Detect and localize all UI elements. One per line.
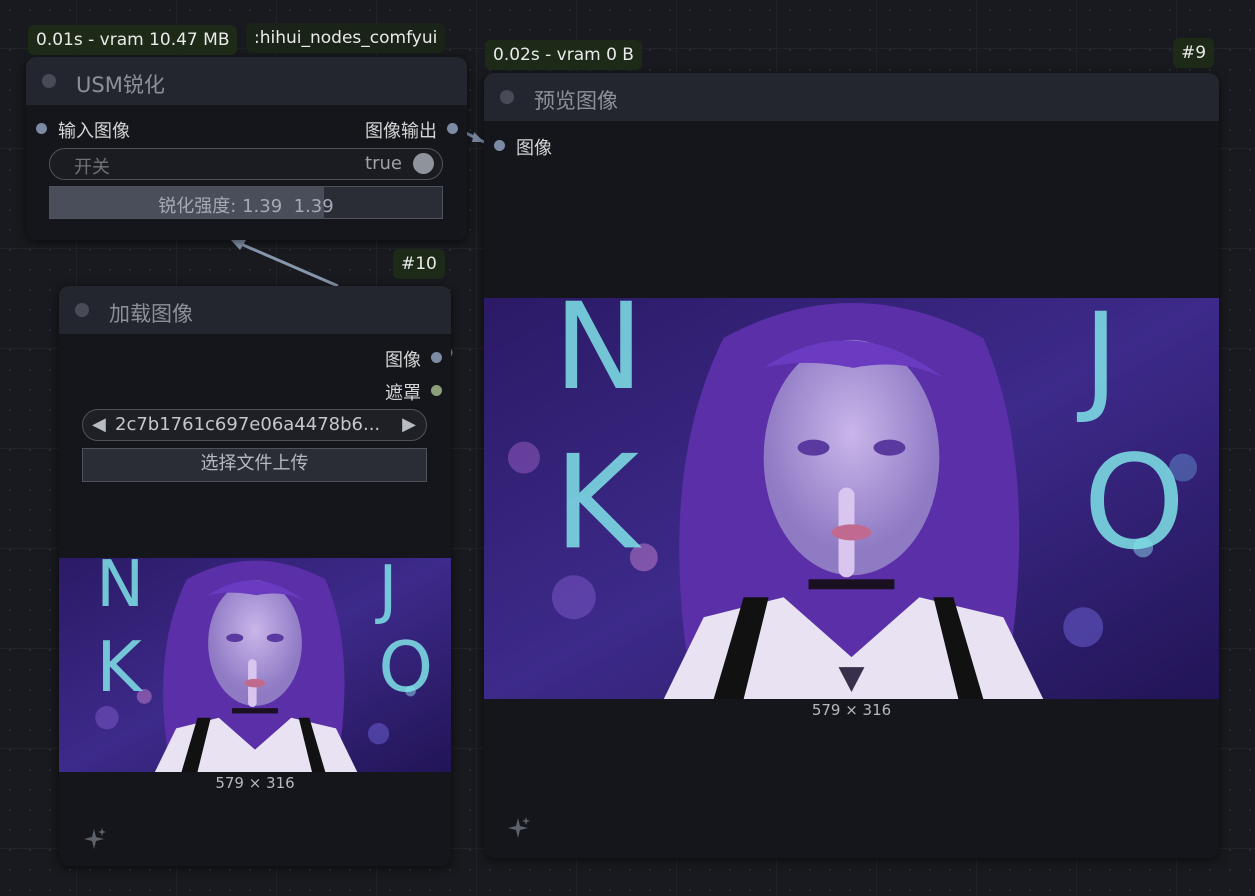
preview-image-node[interactable]: 预览图像 图像 N K J O 579 × 316 <box>484 73 1219 858</box>
neon-portrait-image: N K J O <box>59 558 451 772</box>
usm-node-header[interactable]: USM锐化 <box>26 57 467 105</box>
usm-input-slot-dot[interactable] <box>36 123 47 134</box>
link-load-to-usm <box>233 239 339 288</box>
collapse-dot-icon[interactable] <box>500 90 514 104</box>
svg-text:O: O <box>379 628 433 708</box>
svg-text:K: K <box>96 628 143 708</box>
sharpen-strength-slider[interactable]: 锐化强度: 1.39 1.39 <box>49 186 443 219</box>
usm-output-slot-dot[interactable] <box>447 123 458 134</box>
usm-timing-badge: 0.01s - vram 10.47 MB <box>28 25 238 55</box>
preview-timing-badge: 0.02s - vram 0 B <box>485 40 642 70</box>
preview-node-title: 预览图像 <box>534 89 618 113</box>
load-output-image-dot[interactable] <box>431 352 442 363</box>
sparkle-icon[interactable] <box>81 826 107 852</box>
sparkle-icon[interactable] <box>505 815 531 841</box>
load-image-size: 579 × 316 <box>215 774 295 792</box>
preview-input-label: 图像 <box>516 138 552 159</box>
load-node-header[interactable]: 加载图像 <box>59 286 451 334</box>
image-file-value: 2c7b1761c697e06a4478b6... <box>115 414 381 435</box>
load-id-badge: #10 <box>393 249 445 279</box>
svg-text:N: N <box>554 298 644 417</box>
svg-text:O: O <box>1083 427 1185 578</box>
collapse-dot-icon[interactable] <box>42 74 56 88</box>
load-image-thumbnail: N K J O <box>59 558 451 772</box>
preview-image-size: 579 × 316 <box>811 701 892 719</box>
link-arrow-preview <box>472 132 484 142</box>
usm-switch-toggle[interactable]: 开关 true <box>49 148 443 180</box>
preview-id-badge: #9 <box>1173 38 1215 68</box>
switch-label: 开关 <box>74 157 110 178</box>
load-image-node[interactable]: 加载图像 图像 遮罩 ◀ 2c7b1761c697e06a4478b6... ▶… <box>59 286 451 866</box>
usm-pack-badge: :hihui_nodes_comfyui <box>246 23 446 53</box>
usm-input-label: 输入图像 <box>58 121 130 142</box>
usm-output-label: 图像输出 <box>365 121 437 142</box>
load-output-mask-dot[interactable] <box>431 385 442 396</box>
load-node-title: 加载图像 <box>109 302 193 326</box>
image-file-select[interactable]: ◀ 2c7b1761c697e06a4478b6... ▶ <box>82 409 427 441</box>
upload-file-button[interactable]: 选择文件上传 <box>82 448 427 482</box>
prev-file-icon[interactable]: ◀ <box>92 414 106 435</box>
usm-node-title: USM锐化 <box>76 73 165 97</box>
next-file-icon[interactable]: ▶ <box>402 414 416 435</box>
load-output-mask-label: 遮罩 <box>385 383 421 404</box>
svg-text:J: J <box>1076 298 1118 427</box>
collapse-dot-icon[interactable] <box>75 303 89 317</box>
slider-label: 锐化强度: 1.39 1.39 <box>158 196 334 217</box>
neon-portrait-image: N K J O <box>484 298 1219 699</box>
usm-sharpen-node[interactable]: USM锐化 输入图像 图像输出 开关 true 锐化强度: 1.39 1.39 <box>26 57 467 240</box>
svg-text:N: N <box>96 558 144 622</box>
svg-text:K: K <box>554 427 642 578</box>
switch-value: true <box>365 153 402 174</box>
preview-input-slot-dot[interactable] <box>494 140 505 151</box>
preview-node-header[interactable]: 预览图像 <box>484 73 1219 121</box>
toggle-knob-icon[interactable] <box>413 153 434 174</box>
preview-image: N K J O <box>484 298 1219 699</box>
load-output-image-label: 图像 <box>385 350 421 371</box>
